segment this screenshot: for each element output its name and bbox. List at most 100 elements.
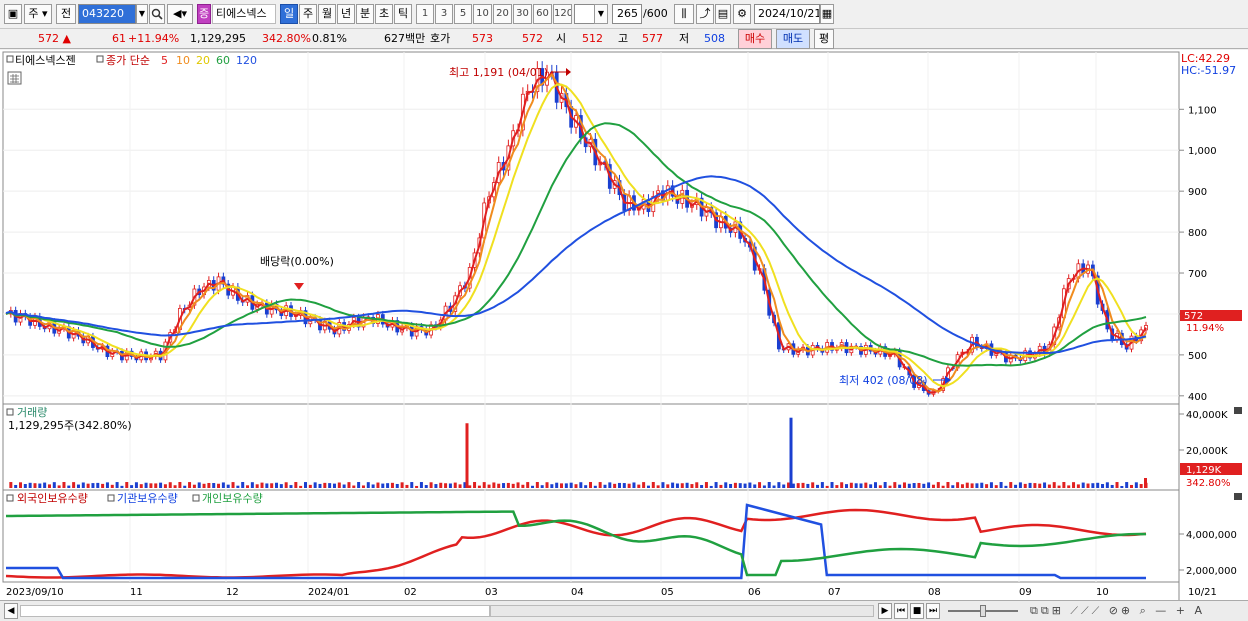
interval-3[interactable]: 3 — [435, 4, 453, 24]
gear-icon[interactable]: ⚙ — [733, 4, 751, 24]
window-menu-icon[interactable]: ▣ — [4, 4, 22, 24]
volume-bar — [526, 482, 530, 488]
prev-button[interactable]: 전 — [56, 4, 76, 24]
indicator-icon[interactable]: ⤴ — [696, 4, 714, 24]
stock-code-input[interactable]: 043220 — [78, 4, 136, 24]
volume-bar — [221, 482, 225, 488]
scroll-right-icon[interactable]: ▶ — [878, 603, 892, 619]
volume-bar — [47, 484, 51, 488]
search-icon[interactable] — [149, 4, 165, 24]
volume-bar — [767, 482, 771, 488]
x-tick-label: 05 — [661, 587, 674, 598]
volume-bar — [917, 482, 921, 488]
volume-bar — [893, 482, 897, 488]
chevron-down-icon[interactable]: ▼ — [594, 4, 608, 24]
interval-1[interactable]: 1 — [416, 4, 434, 24]
volume-bar — [14, 484, 18, 488]
volume-bar — [878, 485, 882, 488]
stop-icon[interactable]: ■ — [910, 603, 924, 619]
buy-button[interactable]: 매수 — [738, 29, 772, 49]
candle-type-icon[interactable]: ⫼ — [674, 4, 694, 24]
volume-bar — [569, 482, 573, 488]
interval-30[interactable]: 30 — [513, 4, 532, 24]
volume-bar — [637, 484, 641, 488]
count-input[interactable]: 265 — [612, 4, 642, 24]
period-select[interactable]: 주 ▾ — [24, 4, 52, 24]
volume-bar — [468, 485, 472, 488]
legend-individual: 개인보유수량 — [202, 492, 263, 505]
volume-bar — [719, 484, 723, 488]
save-icon[interactable]: ▤ — [715, 4, 731, 24]
price-tick-label: 500 — [1188, 351, 1207, 362]
pct-tag-text: 11.94% — [1186, 323, 1224, 334]
volume-bar — [120, 485, 124, 488]
volume-bar — [849, 482, 853, 488]
tab-weekly[interactable]: 주 — [299, 4, 317, 24]
tab-minute[interactable]: 분 — [356, 4, 374, 24]
last-icon[interactable]: ⏭ — [926, 603, 940, 619]
interval-120[interactable]: 120 — [553, 4, 572, 24]
interval-5[interactable]: 5 — [454, 4, 472, 24]
volume-bar — [202, 483, 206, 488]
bottom-scrollbar[interactable]: ◀ ▶ ⏮ ■ ⏭ ⧉⧉⊞ ⟋⟋⟋ ⊘⊕ ⌕ — + A — [0, 600, 1248, 621]
volume-bar — [811, 482, 815, 488]
holdings-close-icon[interactable] — [1234, 493, 1242, 500]
low-label: 저 — [679, 32, 690, 45]
volume-bar — [888, 485, 892, 488]
zoom-slider-handle[interactable] — [980, 605, 986, 617]
volume-bar — [390, 482, 394, 488]
volume-bar — [700, 485, 704, 488]
speaker-icon[interactable]: ◀▾ — [167, 4, 193, 24]
chart-svg[interactable]: 4005006007008009001,0001,10040,000K20,00… — [0, 50, 1248, 603]
volume-bar — [1009, 482, 1013, 488]
volume-bar — [444, 483, 448, 488]
chevron-down-icon[interactable]: ▼ — [136, 4, 148, 24]
date-input[interactable]: 2024/10/21 — [754, 4, 820, 24]
volume-bar — [371, 484, 375, 488]
volume-value: 1,129,295 — [190, 32, 246, 45]
volume-bar — [506, 482, 510, 488]
volume-bar — [323, 482, 327, 488]
tab-second[interactable]: 초 — [375, 4, 393, 24]
volume-bar — [1004, 485, 1008, 488]
drawing-tools-icon[interactable]: ⧉⧉⊞ ⟋⟋⟋ ⊘⊕ ⌕ — + A — [1030, 601, 1205, 621]
volume-bar — [782, 484, 786, 488]
volume-bar — [588, 482, 592, 488]
volume-bar — [951, 485, 955, 488]
volume-bar — [690, 484, 694, 488]
volume-bar — [1134, 482, 1138, 488]
calendar-icon[interactable]: ▦ — [820, 4, 834, 24]
scroll-left-icon[interactable]: ◀ — [4, 603, 18, 619]
x-tick-label: 04 — [571, 587, 584, 598]
scroll-track[interactable] — [20, 605, 490, 617]
first-icon[interactable]: ⏮ — [894, 603, 908, 619]
volume-close-icon[interactable] — [1234, 407, 1242, 414]
open-price: 512 — [582, 32, 603, 45]
volume-bar — [675, 483, 679, 488]
interval-20[interactable]: 20 — [493, 4, 512, 24]
volume-bar — [960, 484, 964, 488]
sell-button[interactable]: 매도 — [776, 29, 810, 49]
volume-bar — [709, 485, 713, 488]
volume-bar — [980, 482, 984, 488]
eval-button[interactable]: 평 — [814, 29, 834, 49]
volume-bar — [603, 484, 607, 488]
tab-tick[interactable]: 틱 — [394, 4, 412, 24]
scroll-thumb[interactable] — [490, 605, 874, 617]
volume-bar — [81, 482, 85, 488]
volume-bar — [1105, 482, 1109, 488]
tab-daily[interactable]: 일 — [280, 4, 298, 24]
volume-bar — [183, 485, 187, 488]
volume-bar — [105, 482, 109, 488]
volume-bar — [168, 482, 172, 488]
chart-area[interactable]: 4005006007008009001,0001,10040,000K20,00… — [0, 50, 1248, 603]
volume-bar — [704, 482, 708, 488]
volume-bar — [337, 482, 341, 488]
tab-monthly[interactable]: 월 — [318, 4, 336, 24]
interval-10[interactable]: 10 — [473, 4, 492, 24]
interval-60[interactable]: 60 — [533, 4, 552, 24]
volume-bar — [279, 484, 283, 488]
tab-yearly[interactable]: 년 — [337, 4, 355, 24]
volume-bar — [318, 483, 322, 488]
volume-bar — [531, 485, 535, 488]
